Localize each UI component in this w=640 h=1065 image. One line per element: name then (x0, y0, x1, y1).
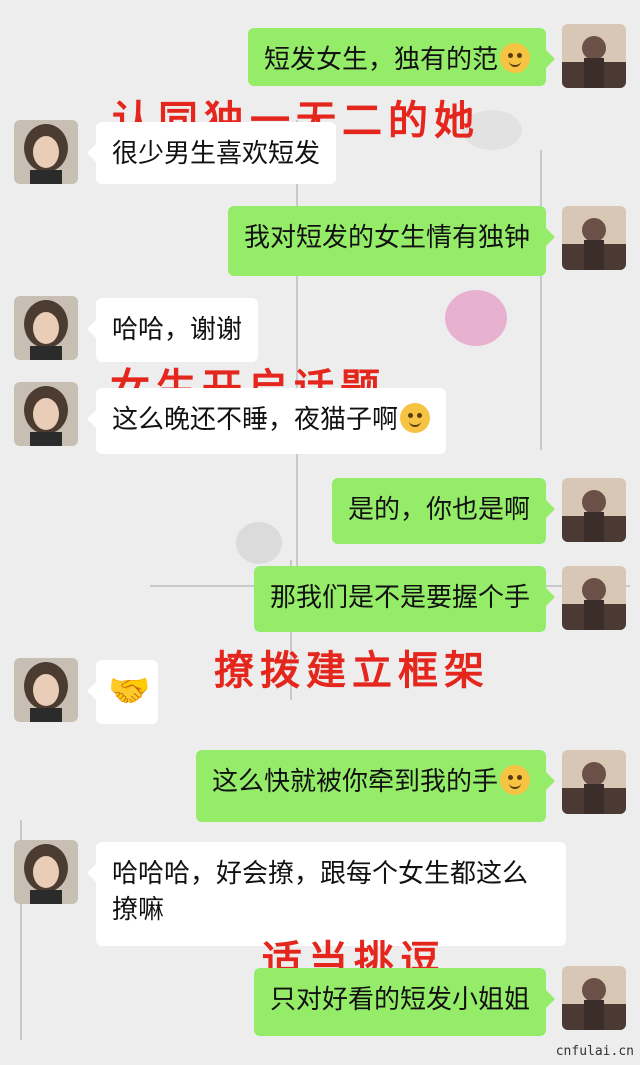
avatar-me[interactable] (562, 966, 626, 1030)
message-text: 这么晚还不睡，夜猫子啊 (112, 405, 399, 435)
message-bubble-outgoing[interactable]: 只对好看的短发小姐姐 (253, 968, 556, 1036)
handshake-emoji-icon: 🤝 (108, 671, 151, 711)
message-bubble-incoming[interactable]: 很少男生喜欢短发 (86, 122, 337, 184)
message-text: 哈哈哈，好会撩，跟每个女生都这么撩嘛 (112, 859, 529, 925)
avatar-her[interactable] (14, 658, 78, 722)
avatar-me[interactable] (562, 750, 626, 814)
annotation-3: 撩拨建立框架 (214, 647, 490, 694)
blush-emoji-icon (500, 765, 530, 795)
message-text: 很少男生喜欢短发 (112, 139, 321, 169)
message-text: 短发女生，独有的范 (263, 45, 498, 75)
smirk-emoji-icon (500, 43, 530, 73)
avatar-me[interactable] (562, 478, 626, 542)
avatar-me[interactable] (562, 566, 626, 630)
smile-emoji-icon (400, 403, 431, 433)
message-text: 只对好看的短发小姐姐 (269, 985, 530, 1015)
message-text: 这么快就被你牵到我的手 (211, 767, 498, 797)
message-bubble-outgoing[interactable]: 那我们是不是要握个手 (253, 566, 556, 632)
avatar-her[interactable] (14, 382, 78, 446)
message-bubble-incoming[interactable]: 这么晚还不睡，夜猫子啊 (86, 388, 447, 454)
watermark-logo (445, 290, 507, 346)
message-text: 哈哈，谢谢 (112, 315, 243, 345)
message-bubble-outgoing[interactable]: 是的，你也是啊 (331, 478, 556, 544)
avatar-me[interactable] (562, 206, 626, 270)
message-bubble-outgoing[interactable]: 短发女生，独有的范 (247, 28, 556, 86)
message-text: 是的，你也是啊 (347, 495, 530, 525)
message-text: 那我们是不是要握个手 (269, 583, 530, 613)
message-bubble-outgoing[interactable]: 这么快就被你牵到我的手 (195, 750, 556, 822)
message-bubble-incoming[interactable]: 🤝 (87, 660, 158, 724)
watermark-url: cnfulai.cn (555, 1044, 634, 1059)
message-bubble-incoming[interactable]: 哈哈，谢谢 (86, 298, 259, 362)
avatar-her[interactable] (14, 120, 78, 184)
avatar-me[interactable] (562, 24, 626, 88)
watermark-line (296, 120, 298, 590)
watermark-line (540, 150, 542, 450)
message-bubble-outgoing[interactable]: 我对短发的女生情有独钟 (227, 206, 556, 276)
message-text: 我对短发的女生情有独钟 (243, 223, 530, 253)
avatar-her[interactable] (14, 840, 78, 904)
watermark-logo (236, 522, 282, 564)
avatar-her[interactable] (14, 296, 78, 360)
